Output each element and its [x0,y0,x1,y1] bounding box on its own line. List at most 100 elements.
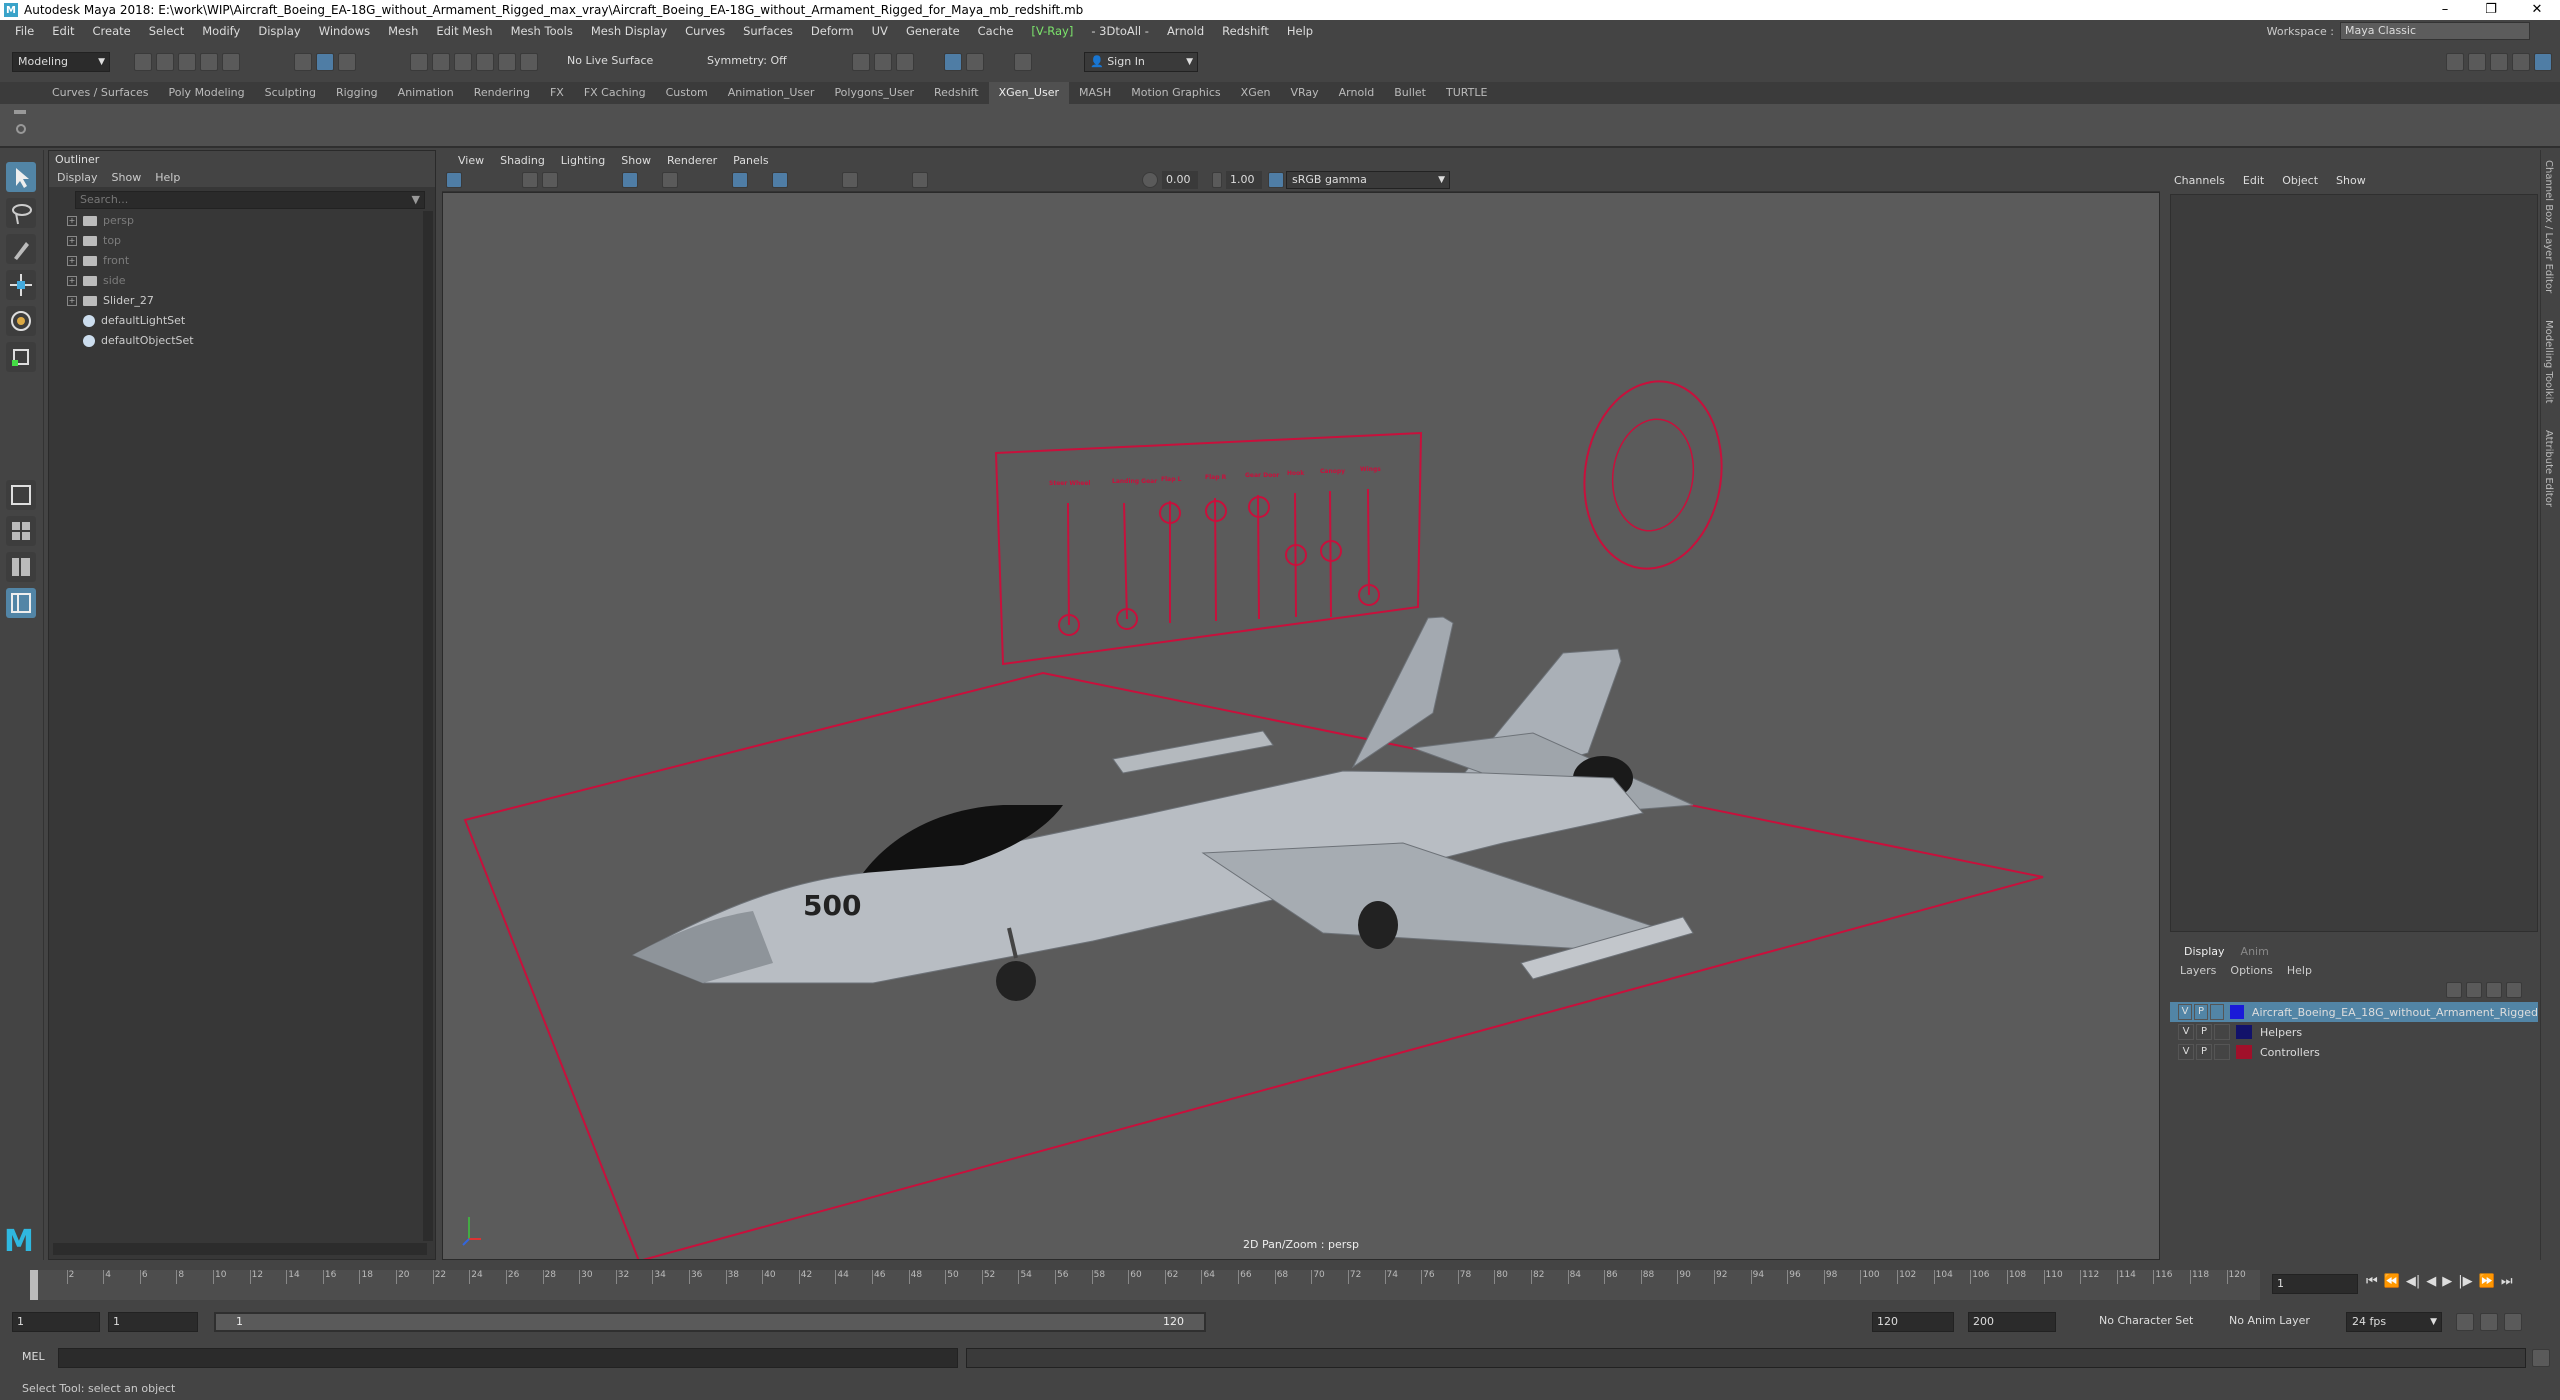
render-view-icon[interactable] [966,53,984,71]
viewport-menu-renderer[interactable]: Renderer [659,154,725,167]
expand-icon[interactable]: + [67,276,77,286]
shadows-icon[interactable] [842,172,858,188]
channel-menu-edit[interactable]: Edit [2243,174,2264,187]
menu-generate[interactable]: Generate [897,24,969,38]
side-tab-channel-box[interactable]: Channel Box / Layer Editor [2543,160,2554,293]
snap-point-icon[interactable] [454,53,472,71]
outliner-item[interactable]: + persp [67,211,435,231]
modeling-toolkit-icon[interactable] [2446,53,2464,71]
channel-box-icon[interactable] [2512,53,2530,71]
channel-menu-channels[interactable]: Channels [2174,174,2225,187]
aircraft-model[interactable]: 500 [631,616,1694,1001]
select-tool-icon[interactable] [6,162,36,192]
hypershade-icon[interactable] [944,53,962,71]
menu-edit[interactable]: Edit [43,24,83,38]
tab-anim[interactable]: Anim [2233,945,2277,958]
menu-file[interactable]: File [6,24,43,38]
film-gate-icon[interactable] [662,172,678,188]
exposure-field[interactable]: 0.00 [1162,171,1198,189]
animation-preferences-icon[interactable] [2504,1313,2522,1331]
xray-icon[interactable] [772,172,788,188]
viewport-menu-shading[interactable]: Shading [492,154,553,167]
shelf-settings-icon[interactable] [16,124,26,134]
go-to-start-icon[interactable]: ⏮ [2366,1274,2378,1289]
close-button[interactable]: ✕ [2514,0,2560,20]
loop-playback-icon[interactable] [2456,1313,2474,1331]
image-plane-icon[interactable] [542,172,558,188]
shelf-tab-animation-user[interactable]: Animation_User [718,82,825,104]
script-editor-icon[interactable] [2532,1349,2550,1367]
outliner-item[interactable]: + Slider_27 [67,291,435,311]
layer-row[interactable]: V P Helpers [2170,1022,2538,1042]
redo-icon[interactable] [222,53,240,71]
select-component-icon[interactable] [338,53,356,71]
wireframe-on-shaded-icon[interactable] [732,172,748,188]
outliner-vertical-scrollbar[interactable] [423,211,433,1241]
menu-display[interactable]: Display [249,24,309,38]
pause-render-icon[interactable] [1014,53,1032,71]
render-frame-icon[interactable] [852,53,870,71]
symmetry-dropdown[interactable]: Symmetry: Off [702,52,808,72]
shelf-tab-redshift[interactable]: Redshift [924,82,989,104]
color-management-icon[interactable] [1268,172,1284,188]
shelf-tab-vray[interactable]: VRay [1280,82,1328,104]
current-frame-field[interactable]: 1 [2272,1274,2358,1294]
layer-visibility-toggle[interactable]: V [2178,1004,2193,1020]
shelf-tab-fx-caching[interactable]: FX Caching [574,82,656,104]
rotate-tool-icon[interactable] [6,306,36,336]
expand-icon[interactable]: + [67,296,77,306]
viewport-persp[interactable]: Steer Wheel Landing Gear Flap L Flap R G… [442,192,2160,1260]
select-camera-icon[interactable] [446,172,462,188]
shelf-tab-fx[interactable]: FX [540,82,574,104]
menu-deform[interactable]: Deform [802,24,863,38]
expand-icon[interactable]: + [67,256,77,266]
menu-surfaces[interactable]: Surfaces [734,24,802,38]
root-control-circle-inner[interactable] [1606,414,1701,536]
menu-select[interactable]: Select [140,24,193,38]
shelf-tab-xgen-user[interactable]: XGen_User [988,82,1069,104]
menu-redshift[interactable]: Redshift [1213,24,1278,38]
menu-modify[interactable]: Modify [193,24,249,38]
open-scene-icon[interactable] [156,53,174,71]
layer-playback-toggle[interactable]: P [2194,1004,2209,1020]
menu-uv[interactable]: UV [863,24,897,38]
shelf-tab-animation[interactable]: Animation [388,82,464,104]
shelf-tab-poly-modeling[interactable]: Poly Modeling [159,82,255,104]
move-layer-down-icon[interactable] [2466,982,2482,998]
channel-menu-show[interactable]: Show [2336,174,2366,187]
step-forward-key-icon[interactable]: |▶ [2458,1274,2472,1289]
menu-arnold[interactable]: Arnold [1158,24,1213,38]
ipr-render-icon[interactable] [874,53,892,71]
shelf-tab-sculpting[interactable]: Sculpting [255,82,326,104]
menu-set-dropdown[interactable]: Modeling ▼ [12,52,110,72]
menu-create[interactable]: Create [84,24,140,38]
layer-row[interactable]: V P Controllers [2170,1042,2538,1062]
scale-tool-icon[interactable] [6,342,36,372]
menu-help[interactable]: Help [1278,24,1322,38]
select-object-icon[interactable] [316,53,334,71]
tab-display[interactable]: Display [2176,945,2233,958]
live-surface-field[interactable]: No Live Surface [562,52,672,72]
character-set-dropdown[interactable]: No Character Set [2094,1312,2212,1332]
step-forward-frame-icon[interactable]: ⏩ [2479,1274,2495,1289]
root-control-circle-outer[interactable] [1573,372,1734,577]
expand-icon[interactable]: + [67,216,77,226]
play-backwards-icon[interactable]: ◀ [2426,1274,2436,1289]
paint-select-tool-icon[interactable] [6,234,36,264]
exposure-icon[interactable] [1142,172,1158,188]
viewport-menu-view[interactable]: View [450,154,492,167]
shelf-tab-xgen[interactable]: XGen [1231,82,1281,104]
outliner-layout-icon[interactable] [6,588,36,618]
animation-end-field[interactable]: 200 [1968,1312,2056,1332]
menu-edit-mesh[interactable]: Edit Mesh [427,24,501,38]
attribute-editor-icon[interactable] [2468,53,2486,71]
lasso-tool-icon[interactable] [6,198,36,228]
shelf-tab-mash[interactable]: MASH [1069,82,1121,104]
tool-settings-icon[interactable] [2490,53,2508,71]
shelf-tab-bullet[interactable]: Bullet [1384,82,1436,104]
single-perspective-view-icon[interactable] [6,480,36,510]
viewport-menu-panels[interactable]: Panels [725,154,776,167]
layer-color-swatch[interactable] [2236,1025,2252,1039]
auto-key-icon[interactable] [2480,1313,2498,1331]
outliner-item[interactable]: + side [67,271,435,291]
